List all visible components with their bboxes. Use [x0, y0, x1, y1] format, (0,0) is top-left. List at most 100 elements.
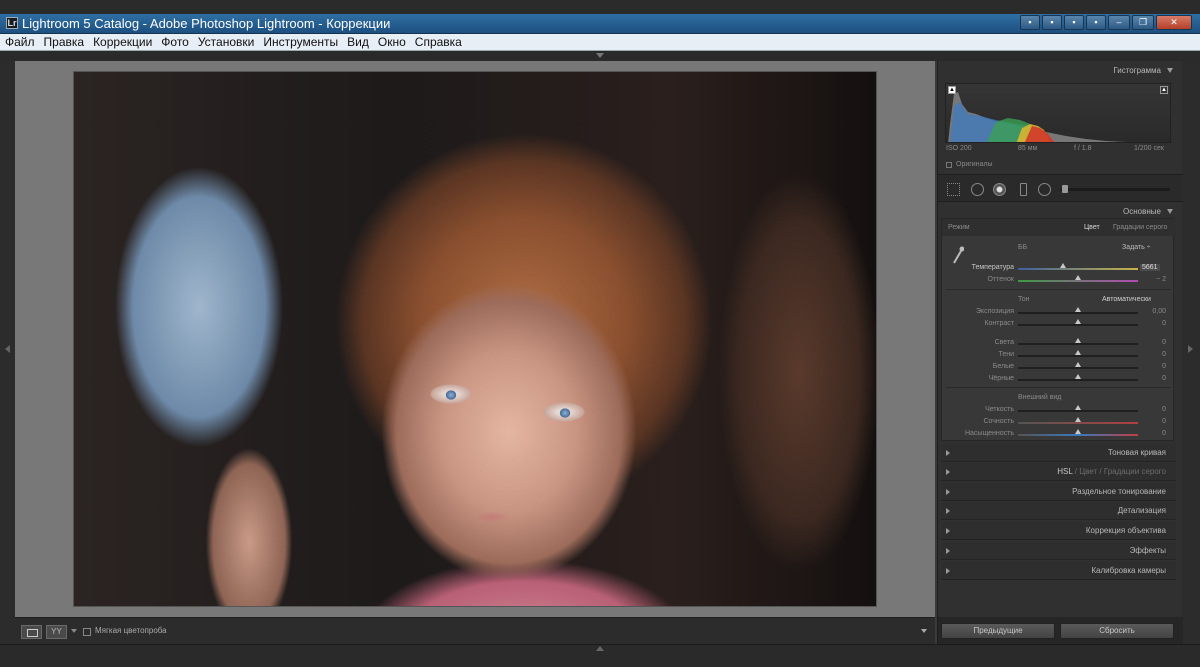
previous-button[interactable]: Предыдущие [941, 623, 1055, 639]
highlight-clipping-indicator[interactable]: ▲ [1160, 86, 1168, 94]
blacks-slider[interactable] [1018, 379, 1138, 381]
toolbar-options-icon[interactable] [921, 629, 927, 633]
exposure-slider[interactable] [1018, 312, 1138, 314]
contrast-slider-knob[interactable] [1075, 319, 1081, 324]
lens-corrections-panel-header[interactable]: Коррекция объектива [941, 522, 1176, 540]
maximize-button[interactable]: ❐ [1132, 15, 1154, 30]
menu-help[interactable]: Справка [410, 34, 466, 50]
wb-preset-dropdown[interactable]: Задать ÷ [1122, 244, 1151, 251]
tint-slider[interactable] [1018, 280, 1138, 282]
whites-slider-knob[interactable] [1075, 362, 1081, 367]
exposure-value[interactable]: 0,00 [1142, 308, 1166, 315]
white-balance-eyedropper-icon[interactable] [952, 245, 964, 265]
red-eye-icon[interactable] [993, 183, 1006, 196]
menu-settings[interactable]: Установки [193, 34, 258, 50]
tone-curve-panel-header[interactable]: Тоновая кривая [941, 444, 1176, 462]
shadows-slider[interactable] [1018, 355, 1138, 357]
shadow-clipping-indicator[interactable]: ▲ [948, 86, 956, 94]
treatment-color-option[interactable]: Цвет [1084, 224, 1100, 231]
adjustment-brush-slider-knob[interactable] [1062, 185, 1068, 193]
tint-slider-knob[interactable] [1075, 275, 1081, 280]
temperature-value[interactable]: 5661 [1140, 264, 1160, 271]
collapse-right-panel-icon[interactable] [1188, 345, 1193, 353]
highlights-value[interactable]: 0 [1142, 339, 1166, 346]
detail-panel-header[interactable]: Детализация [941, 502, 1176, 520]
vibrance-slider[interactable] [1018, 422, 1138, 424]
expand-top-panel-icon[interactable] [596, 53, 604, 58]
clarity-label: Четкость [985, 406, 1014, 413]
contrast-slider[interactable] [1018, 324, 1138, 326]
histogram[interactable]: ▲ ▲ [945, 83, 1171, 143]
menu-window[interactable]: Окно [373, 34, 410, 50]
window-option-button-3[interactable]: ▪ [1064, 15, 1084, 30]
expand-triangle-icon [946, 568, 950, 574]
menu-file[interactable]: Файл [0, 34, 39, 50]
tone-label: Тон [1018, 296, 1030, 303]
clarity-slider[interactable] [1018, 410, 1138, 412]
expand-triangle-icon [946, 489, 950, 495]
whites-value[interactable]: 0 [1142, 363, 1166, 370]
expand-filmstrip-icon[interactable] [596, 646, 604, 651]
menu-view[interactable]: Вид [342, 34, 373, 50]
contrast-value[interactable]: 0 [1142, 320, 1166, 327]
original-photo-checkbox[interactable] [946, 162, 952, 168]
whites-slider[interactable] [1018, 367, 1138, 369]
exposure-slider-knob[interactable] [1075, 307, 1081, 312]
soft-proofing-label: Мягкая цветопроба [95, 626, 167, 635]
treatment-bw-option[interactable]: Градации серого [1113, 224, 1167, 231]
graduated-filter-icon[interactable] [1020, 183, 1027, 196]
reset-button[interactable]: Сбросить [1060, 623, 1174, 639]
loupe-view-button[interactable] [21, 625, 42, 639]
minimize-button[interactable]: – [1108, 15, 1130, 30]
radial-filter-icon[interactable] [1038, 183, 1051, 196]
saturation-slider-knob[interactable] [1075, 429, 1081, 434]
menu-photo[interactable]: Фото [156, 34, 193, 50]
split-toning-panel-header[interactable]: Раздельное тонирование [941, 483, 1176, 501]
original-photo-label: Оригиналы [956, 161, 993, 168]
spot-removal-icon[interactable] [971, 183, 984, 196]
adjustment-brush-slider[interactable] [1060, 188, 1170, 191]
expand-left-panel-icon[interactable] [5, 345, 10, 353]
camera-calibration-panel-header[interactable]: Калибровка камеры [941, 562, 1176, 580]
wb-label: ББ [1018, 244, 1028, 251]
auto-tone-button[interactable]: Автоматически [1102, 296, 1151, 303]
hsl-panel-header[interactable]: HSL / Цвет / Градации серого [941, 463, 1176, 481]
blacks-value[interactable]: 0 [1142, 375, 1166, 382]
basic-panel: Режим Цвет Градации серого ББ Задать ÷ Т… [941, 218, 1175, 441]
clarity-slider-knob[interactable] [1075, 405, 1081, 410]
iso-info: ISO 200 [946, 145, 972, 152]
expand-triangle-icon [946, 450, 950, 456]
hsl-grayscale-tab[interactable]: Градации серого [1104, 467, 1166, 476]
photo-preview[interactable] [74, 72, 876, 606]
hsl-tab[interactable]: HSL [1057, 467, 1072, 476]
saturation-value[interactable]: 0 [1142, 430, 1166, 437]
saturation-slider[interactable] [1018, 434, 1138, 436]
temperature-slider-knob[interactable] [1060, 263, 1066, 268]
shadows-label: Тени [998, 351, 1014, 358]
menu-tools[interactable]: Инструменты [258, 34, 342, 50]
highlights-slider-knob[interactable] [1075, 338, 1081, 343]
hsl-color-tab[interactable]: Цвет [1079, 467, 1097, 476]
crop-overlay-icon[interactable] [947, 183, 960, 196]
window-option-button-4[interactable]: ▪ [1086, 15, 1106, 30]
histogram-header[interactable]: Гистограмма [938, 61, 1183, 81]
shadows-value[interactable]: 0 [1142, 351, 1166, 358]
menu-develop[interactable]: Коррекции [88, 34, 156, 50]
clarity-value[interactable]: 0 [1142, 406, 1166, 413]
tint-value[interactable]: − 2 [1142, 276, 1166, 283]
vibrance-slider-knob[interactable] [1075, 417, 1081, 422]
menu-edit[interactable]: Правка [39, 34, 89, 50]
blacks-slider-knob[interactable] [1075, 374, 1081, 379]
highlights-slider[interactable] [1018, 343, 1138, 345]
view-dropdown-icon[interactable] [71, 629, 77, 633]
soft-proofing-checkbox[interactable] [83, 628, 91, 636]
window-title: Lightroom 5 Catalog - Adobe Photoshop Li… [22, 16, 391, 31]
window-option-button-1[interactable]: ▪ [1020, 15, 1040, 30]
before-after-view-button[interactable]: YY [46, 625, 67, 639]
close-button[interactable]: ✕ [1156, 15, 1192, 30]
window-option-button-2[interactable]: ▪ [1042, 15, 1062, 30]
vibrance-value[interactable]: 0 [1142, 418, 1166, 425]
shadows-slider-knob[interactable] [1075, 350, 1081, 355]
effects-panel-header[interactable]: Эффекты [941, 542, 1176, 560]
temperature-slider[interactable] [1018, 268, 1138, 270]
